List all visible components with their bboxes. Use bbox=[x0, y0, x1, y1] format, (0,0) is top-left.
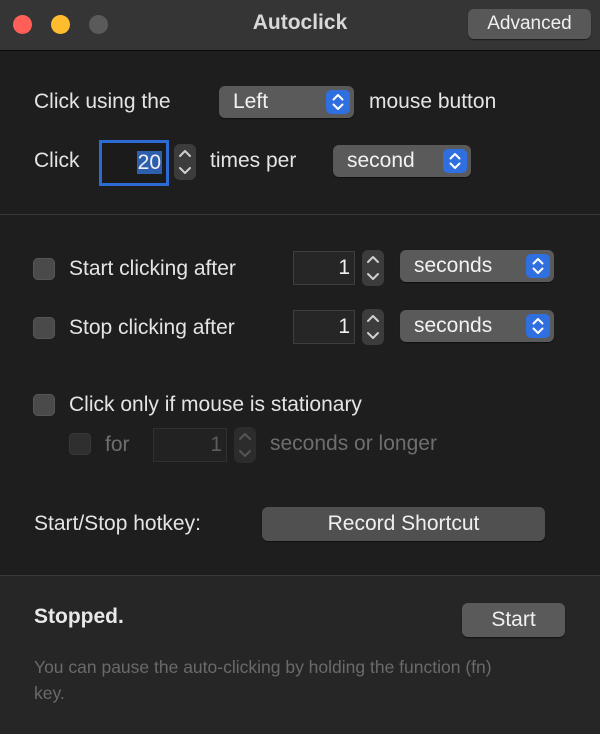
stop-after-unit-popup[interactable]: seconds bbox=[400, 310, 554, 342]
stop-after-field[interactable]: 1 bbox=[293, 310, 355, 344]
hint-text: You can pause the auto-clicking by holdi… bbox=[34, 657, 492, 703]
stationary-seconds-stepper[interactable] bbox=[234, 427, 256, 463]
mouse-button-value: Left bbox=[233, 90, 269, 113]
stationary-suffix-label: seconds or longer bbox=[270, 432, 437, 455]
record-shortcut-button[interactable]: Record Shortcut bbox=[262, 507, 545, 541]
times-per-label: times per bbox=[210, 149, 297, 172]
stationary-seconds-field[interactable]: 1 bbox=[153, 428, 227, 462]
stationary-checkbox[interactable] bbox=[33, 394, 55, 416]
click-using-label: Click using the bbox=[34, 90, 171, 113]
stop-after-unit-value: seconds bbox=[414, 314, 493, 337]
mouse-button-label: mouse button bbox=[369, 90, 497, 113]
clicks-count-stepper[interactable] bbox=[174, 144, 196, 180]
chevron-updown-icon bbox=[326, 90, 350, 114]
clicks-count-value: 20 bbox=[136, 151, 162, 174]
click-label: Click bbox=[34, 149, 80, 172]
mouse-button-popup[interactable]: Left bbox=[219, 86, 354, 118]
stop-after-checkbox[interactable] bbox=[33, 317, 55, 339]
stop-after-stepper[interactable] bbox=[362, 309, 384, 345]
time-unit-popup[interactable]: second bbox=[333, 145, 471, 177]
start-after-label: Start clicking after bbox=[69, 257, 236, 280]
start-after-stepper[interactable] bbox=[362, 250, 384, 286]
hotkey-label: Start/Stop hotkey: bbox=[34, 512, 201, 535]
advanced-button[interactable]: Advanced bbox=[468, 9, 591, 39]
chevron-updown-icon bbox=[526, 314, 550, 338]
stationary-for-checkbox[interactable] bbox=[69, 433, 91, 455]
stop-after-label: Stop clicking after bbox=[69, 316, 235, 339]
title-bar: Autoclick Advanced bbox=[0, 0, 600, 51]
start-after-unit-value: seconds bbox=[414, 254, 493, 277]
start-after-field[interactable]: 1 bbox=[293, 251, 355, 285]
start-after-unit-popup[interactable]: seconds bbox=[400, 250, 554, 282]
click-settings-section bbox=[0, 51, 600, 215]
status-text: Stopped. bbox=[34, 605, 124, 628]
stationary-label: Click only if mouse is stationary bbox=[69, 393, 362, 416]
chevron-updown-icon bbox=[526, 254, 550, 278]
time-unit-value: second bbox=[347, 149, 415, 172]
clicks-count-field[interactable]: 20 bbox=[99, 140, 169, 186]
stationary-for-label: for bbox=[105, 433, 130, 456]
start-button[interactable]: Start bbox=[462, 603, 565, 637]
chevron-updown-icon bbox=[443, 149, 467, 173]
start-after-checkbox[interactable] bbox=[33, 258, 55, 280]
